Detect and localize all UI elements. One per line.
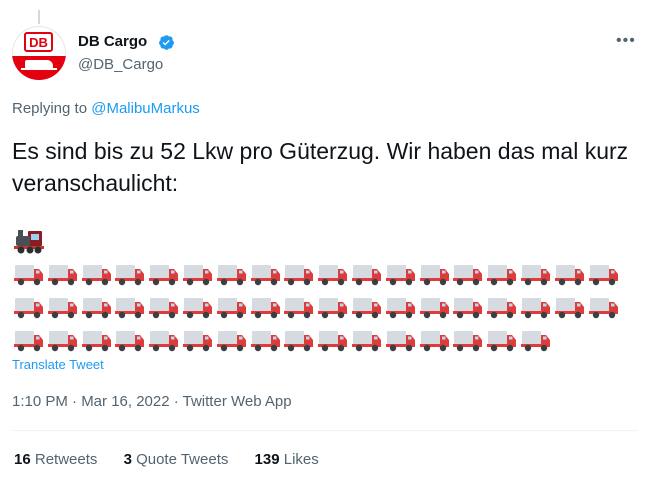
reply-prefix: Replying to: [12, 100, 88, 117]
truck-emoji-icon: [216, 327, 247, 353]
translate-tweet-link[interactable]: Translate Tweet: [12, 357, 104, 372]
truck-emoji-icon: [318, 294, 348, 320]
reply-to-link[interactable]: @MalibuMarkus: [91, 100, 200, 117]
truck-emoji-icon: [487, 261, 517, 287]
divider: [12, 430, 638, 431]
tweet-text: Es sind bis zu 52 Lkw pro Güterzug. Wir …: [12, 138, 629, 196]
truck-emoji-icon: [521, 261, 551, 287]
avatar[interactable]: DB: [12, 26, 66, 80]
thread-line: [38, 10, 40, 24]
truck-emoji-icon: [216, 294, 247, 320]
truck-emoji-icon: [352, 327, 382, 353]
truck-emoji-icon: [318, 261, 348, 287]
truck-emoji-icon: [115, 261, 145, 287]
truck-emoji-icon: [14, 261, 44, 287]
truck-emoji-icon: [183, 261, 213, 287]
truck-emoji-icon: [352, 261, 382, 287]
db-logo: DB: [24, 32, 53, 52]
quotes-label: Quote Tweets: [136, 451, 229, 468]
truck-emoji-icon: [284, 261, 314, 287]
retweets-count: 16: [14, 451, 31, 468]
truck-emoji-icon: [250, 261, 281, 287]
verified-badge-icon: [159, 35, 174, 50]
account-handle[interactable]: @DB_Cargo: [78, 56, 163, 73]
retweets-label: Retweets: [34, 451, 98, 468]
truck-emoji-icon: [115, 327, 145, 353]
truck-emoji-icon: [250, 294, 281, 320]
truck-emoji-icon: [149, 294, 179, 320]
truck-emoji-icon: [487, 294, 517, 320]
truck-emoji-icon: [318, 327, 348, 353]
truck-emoji-icon: [149, 261, 179, 287]
truck-emoji-icon: [149, 327, 179, 353]
replying-to: Replying to @MalibuMarkus: [12, 100, 200, 117]
truck-emoji-icon: [47, 261, 78, 287]
truck-emoji-icon: [588, 261, 619, 287]
likes-stat[interactable]: 139 Likes: [255, 451, 319, 468]
truck-emoji-icon: [521, 294, 551, 320]
truck-emoji-icon: [115, 294, 145, 320]
truck-emoji-icon: [419, 261, 450, 287]
truck-emoji-icon: [81, 294, 112, 320]
truck-emoji-icon: [47, 294, 78, 320]
likes-count: 139: [254, 451, 280, 468]
truck-emoji-icon: [554, 261, 585, 287]
truck-emoji-icon: [385, 327, 416, 353]
truck-emoji-icon: [419, 327, 450, 353]
truck-emoji-icon: [521, 327, 551, 353]
truck-emoji-icon: [14, 294, 44, 320]
retweets-stat[interactable]: 16 Retweets: [14, 451, 97, 468]
truck-emoji-icon: [81, 327, 112, 353]
locomotive-icon: [21, 60, 57, 70]
truck-emoji-icon: [183, 327, 213, 353]
truck-emoji-icon: [487, 327, 517, 353]
truck-emoji-icon: [419, 294, 450, 320]
likes-label: Likes: [283, 451, 319, 468]
truck-emoji-icon: [216, 261, 247, 287]
account-name[interactable]: DB Cargo: [78, 33, 147, 50]
tweet-meta: 1:10 PM · Mar 16, 2022 · Twitter Web App: [12, 393, 292, 410]
truck-emoji-icon: [385, 294, 416, 320]
truck-emoji-icon: [554, 294, 585, 320]
truck-emoji-icon: [14, 327, 44, 353]
truck-emoji-icon: [453, 327, 483, 353]
truck-emoji-icon: [453, 261, 483, 287]
tweet-stats: 16 Retweets 3 Quote Tweets 139 Likes: [14, 451, 341, 468]
quote-tweets-stat[interactable]: 3 Quote Tweets: [124, 451, 229, 468]
truck-emoji-icon: [588, 294, 619, 320]
truck-emoji-icon: [385, 261, 416, 287]
truck-emoji-icon: [284, 327, 314, 353]
truck-emoji-icon: [352, 294, 382, 320]
more-options-icon[interactable]: •••: [616, 32, 636, 50]
truck-emoji-icon: [284, 294, 314, 320]
truck-emoji-icon: [250, 327, 281, 353]
quotes-count: 3: [123, 451, 132, 468]
truck-emoji-icon: [81, 261, 112, 287]
train-emoji-icon: [14, 230, 44, 254]
truck-emoji-icon: [453, 294, 483, 320]
truck-emoji-icon: [47, 327, 78, 353]
truck-emoji-icon: [183, 294, 213, 320]
